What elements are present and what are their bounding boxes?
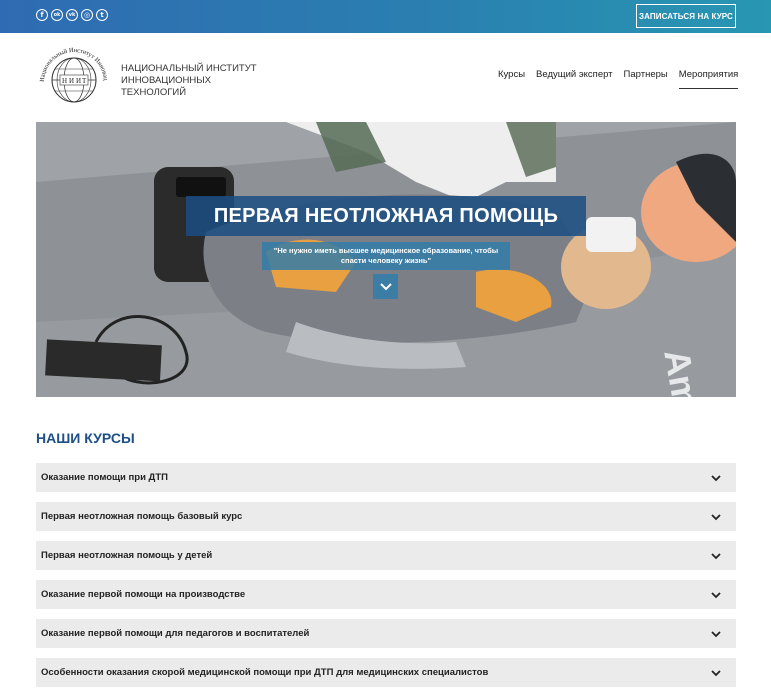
scroll-down-button[interactable] [373,274,398,299]
course-label: Первая неотложная помощь у детей [41,550,213,561]
institute-logo[interactable]: Н И И Т Национальный Институт Инновацион… [34,38,114,118]
course-label: Особенности оказания скорой медицинской … [41,667,489,678]
hero-title: ПЕРВАЯ НЕОТЛОЖНАЯ ПОМОЩЬ [186,196,586,236]
top-bar: f ok vk ◎ t ЗАПИСАТЬСЯ НА КУРС [0,0,771,33]
svg-text:И: И [69,77,74,85]
enroll-button[interactable]: ЗАПИСАТЬСЯ НА КУРС [636,4,736,28]
chevron-down-icon [379,282,392,290]
nav-events[interactable]: Мероприятия [678,69,738,89]
twitter-icon[interactable]: t [96,9,108,21]
org-name: НАЦИОНАЛЬНЫЙ ИНСТИТУТ ИННОВАЦИОННЫХ ТЕХН… [121,63,257,98]
course-label: Оказание первой помощи для педагогов и в… [41,628,310,639]
chevron-down-icon [711,670,721,677]
course-item[interactable]: Первая неотложная помощь базовый курс [36,502,736,531]
chevron-down-icon [711,514,721,521]
instagram-icon[interactable]: ◎ [81,9,93,21]
logo-letters: Н [62,77,67,85]
nav-partners[interactable]: Партнеры [624,69,668,80]
courses-accordion: Оказание помощи при ДТП Первая неотложна… [36,463,736,696]
course-label: Оказание первой помощи на производстве [41,589,246,600]
course-label: Оказание помощи при ДТП [41,472,168,483]
vk-icon[interactable]: vk [66,9,78,21]
course-item[interactable]: Особенности оказания скорой медицинской … [36,658,736,687]
odnoklassniki-icon[interactable]: ok [51,9,63,21]
nav-courses[interactable]: Курсы [498,69,525,80]
courses-heading: НАШИ КУРСЫ [36,430,135,446]
course-item[interactable]: Первая неотложная помощь у детей [36,541,736,570]
nav-lead-expert[interactable]: Ведущий эксперт [536,69,613,80]
chevron-down-icon [711,592,721,599]
chevron-down-icon [711,631,721,638]
svg-text:Т: Т [82,77,87,85]
main-nav: Курсы Ведущий эксперт Партнеры Мероприят… [498,69,738,89]
hero-subtitle: "Не нужно иметь высшее медицинское образ… [262,242,510,270]
course-label: Первая неотложная помощь базовый курс [41,511,243,522]
chevron-down-icon [711,475,721,482]
chevron-down-icon [711,553,721,560]
svg-text:И: И [76,77,81,85]
course-item[interactable]: Оказание помощи при ДТП [36,463,736,492]
facebook-icon[interactable]: f [36,9,48,21]
course-item[interactable]: Оказание первой помощи для педагогов и в… [36,619,736,648]
social-links: f ok vk ◎ t [36,9,108,21]
course-item[interactable]: Оказание первой помощи на производстве [36,580,736,609]
